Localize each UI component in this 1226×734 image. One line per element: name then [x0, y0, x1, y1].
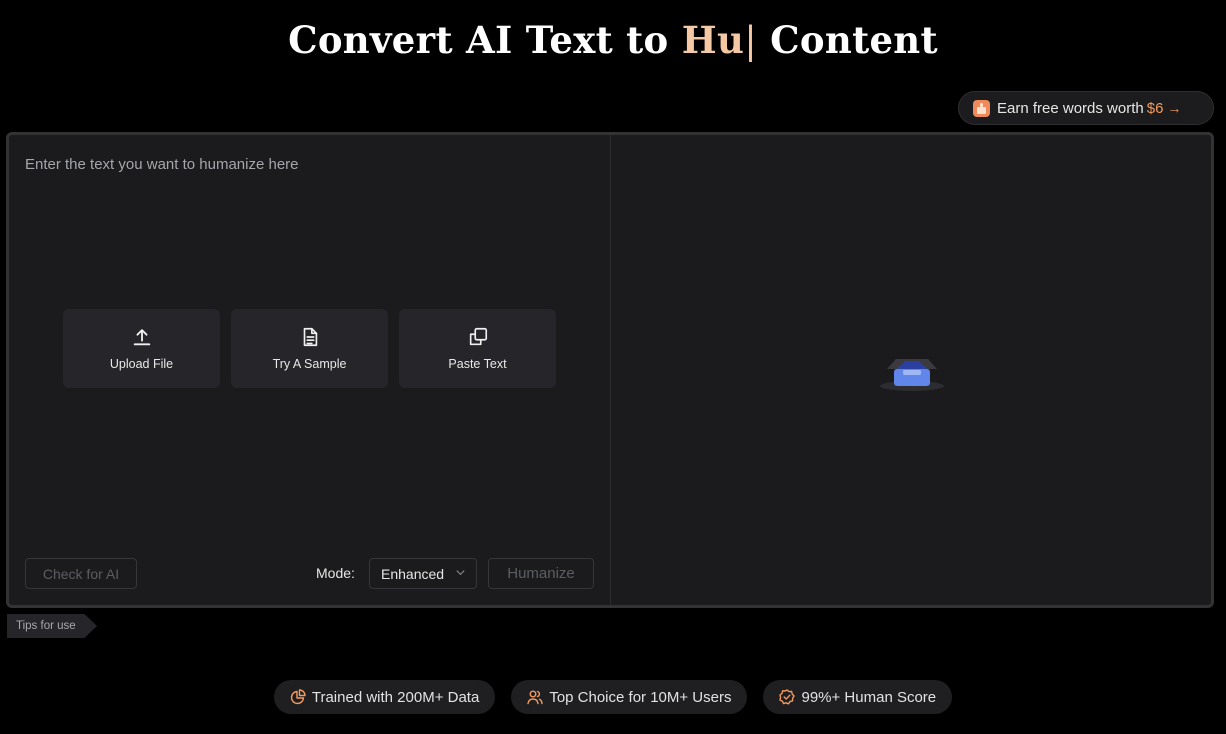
- upload-icon: [133, 329, 150, 346]
- earn-free-words-button[interactable]: Earn free words worth $6 →: [958, 91, 1214, 125]
- title-prefix: Convert AI Text to: [288, 18, 682, 62]
- empty-box-icon: [880, 359, 944, 391]
- verified-badge-icon: [779, 689, 796, 705]
- earn-label: Earn free words worth: [997, 99, 1144, 117]
- input-textarea[interactable]: Enter the text you want to humanize here: [25, 156, 299, 173]
- users-icon: [527, 690, 544, 705]
- feature-badge-users: Top Choice for 10M+ Users: [511, 680, 748, 714]
- arrow-right-icon: →: [1167, 100, 1182, 116]
- feature-label: Trained with 200M+ Data: [311, 688, 480, 706]
- chevron-down-icon: [456, 570, 465, 576]
- humanize-button[interactable]: Humanize: [488, 558, 594, 589]
- mode-label: Mode:: [316, 565, 355, 581]
- gift-icon: [973, 99, 990, 117]
- try-sample-button[interactable]: Try A Sample: [231, 309, 388, 388]
- pie-chart-icon: [290, 689, 306, 705]
- page-title: Convert AI Text to Hu| Content: [0, 18, 1226, 62]
- paste-text-label: Paste Text: [448, 357, 507, 371]
- page: Convert AI Text to Hu| Content Earn free…: [0, 0, 1226, 734]
- tips-for-use-tab[interactable]: Tips for use: [7, 614, 97, 638]
- check-for-ai-button[interactable]: Check for AI: [25, 558, 137, 589]
- upload-file-label: Upload File: [109, 357, 174, 371]
- editor-toolbar: Check for AI Mode: Enhanced Humanize: [25, 558, 595, 590]
- copy-icon: [469, 327, 487, 346]
- title-cursor: |: [744, 19, 757, 62]
- title-suffix: Content: [756, 18, 938, 62]
- mode-value: Enhanced: [381, 565, 445, 582]
- feature-badge-score: 99%+ Human Score: [763, 680, 953, 714]
- feature-badges: Trained with 200M+ Data Top Choice for 1…: [0, 680, 1226, 714]
- feature-badge-data: Trained with 200M+ Data: [273, 680, 496, 714]
- feature-label: Top Choice for 10M+ Users: [549, 688, 732, 706]
- humanizer-editor: Enter the text you want to humanize here…: [6, 132, 1214, 608]
- try-sample-label: Try A Sample: [272, 357, 347, 371]
- panel-divider: [610, 135, 611, 605]
- title-highlight: Hu: [681, 18, 745, 62]
- input-actions: Upload File Try A Sample Paste Text: [63, 309, 556, 388]
- paste-text-button[interactable]: Paste Text: [399, 309, 556, 388]
- mode-select[interactable]: Enhanced: [369, 558, 477, 589]
- feature-label: 99%+ Human Score: [801, 688, 937, 706]
- earn-amount: $6: [1146, 99, 1164, 117]
- upload-file-button[interactable]: Upload File: [63, 309, 220, 388]
- document-icon: [303, 327, 317, 347]
